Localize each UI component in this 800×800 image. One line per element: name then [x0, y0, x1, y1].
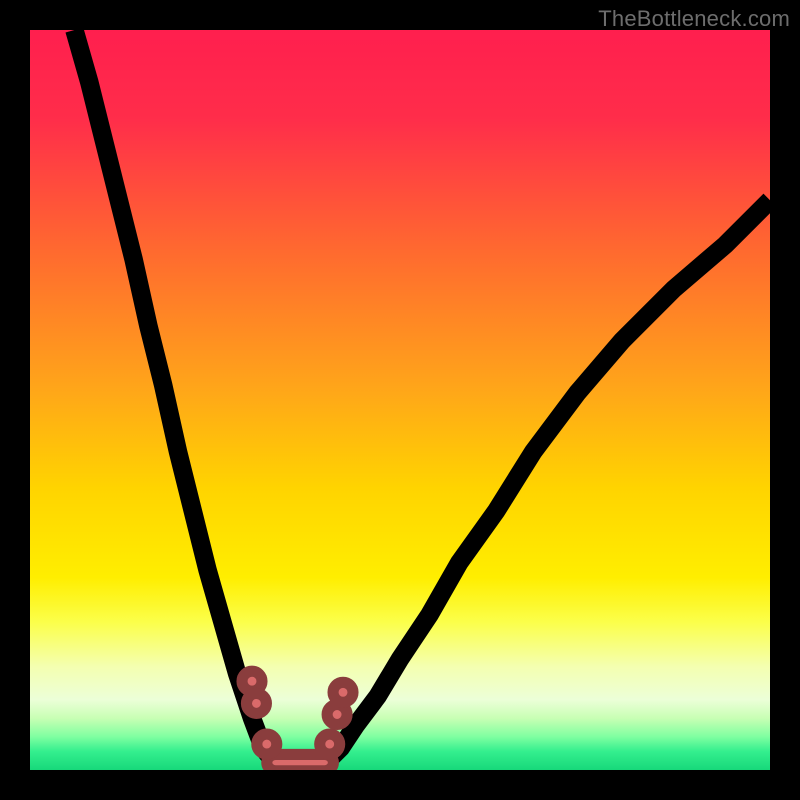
curves-layer: [30, 30, 770, 770]
left-curve: [74, 30, 274, 763]
right-dot-3: [333, 682, 353, 702]
left-dot-3: [257, 734, 277, 754]
marker-group: [242, 671, 353, 754]
watermark-text: TheBottleneck.com: [598, 6, 790, 32]
right-dot-1: [320, 734, 340, 754]
chart-frame: TheBottleneck.com: [0, 0, 800, 800]
right-curve: [326, 200, 770, 762]
plot-area: [30, 30, 770, 770]
left-dot-2: [246, 693, 266, 713]
